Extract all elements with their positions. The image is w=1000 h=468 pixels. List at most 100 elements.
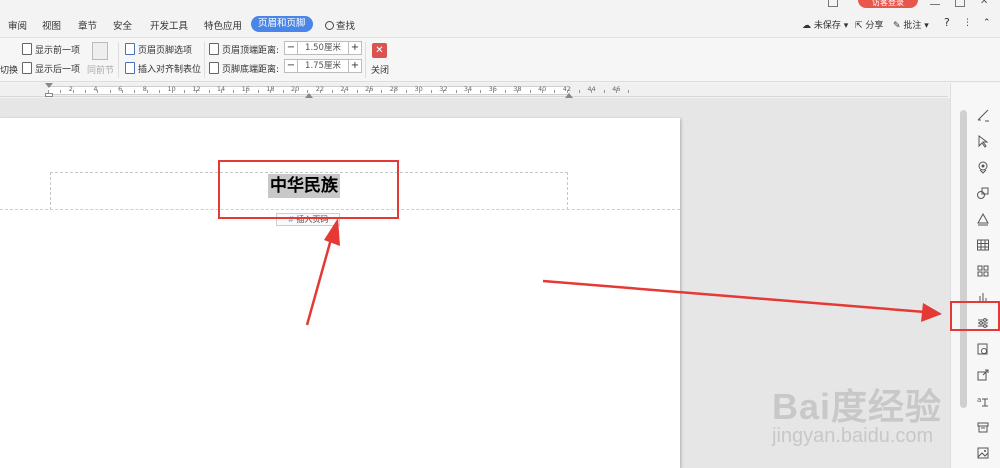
header-footer-options-button[interactable]: 页眉页脚选项 (125, 43, 192, 56)
show-next-button[interactable]: 显示后一项 (22, 62, 80, 75)
footer-distance-icon (209, 62, 219, 74)
ruler-tick (467, 90, 469, 93)
tab-chapter[interactable]: 章节 (78, 18, 97, 32)
ruler-tick (381, 90, 383, 93)
ruler-tick (529, 90, 531, 93)
ruler-tick (616, 90, 618, 93)
ruler-tick (134, 90, 136, 93)
top-strip: 访客登录 ✕ (0, 0, 1000, 10)
ruler-tick (542, 90, 543, 93)
tab-security[interactable]: 安全 (113, 18, 132, 32)
ruler-tick (109, 90, 111, 93)
same-as-previous-button[interactable]: 同前节 (87, 63, 114, 76)
ruler-tick (504, 90, 506, 93)
share-button[interactable]: ⇱ 分享 (855, 18, 883, 31)
ribbon-divider (365, 42, 366, 78)
ruler-tick (369, 90, 371, 93)
search-label: 查找 (336, 21, 356, 32)
ruler-tick (455, 90, 457, 93)
ruler-tick (554, 90, 556, 93)
search-icon (325, 21, 334, 30)
first-line-indent-handle[interactable] (45, 83, 53, 88)
location-icon[interactable] (976, 160, 990, 174)
ruler-tick (159, 90, 161, 93)
fill-icon[interactable] (976, 212, 990, 226)
switch-button[interactable]: 切换 (0, 63, 18, 76)
annotation-highlight-header (218, 160, 399, 219)
tab-view[interactable]: 视图 (42, 18, 61, 32)
header-top-distance-stepper: − 1.50厘米 + (284, 41, 362, 55)
annotation-highlight-sidebar-icon (950, 301, 1000, 331)
tab-special-apps[interactable]: 特色应用 (204, 18, 242, 32)
account-icon[interactable] (828, 0, 838, 7)
ruler-tick (344, 90, 346, 93)
show-previous-button[interactable]: 显示前一项 (22, 43, 80, 56)
align-tab-icon (125, 62, 135, 74)
ruler-tick (171, 90, 173, 93)
tab-developer-tools[interactable]: 开发工具 (150, 18, 188, 32)
ruler-tick (257, 90, 259, 93)
ribbon-divider (118, 42, 119, 78)
restore-icon[interactable] (955, 0, 965, 7)
insert-align-tab-button[interactable]: 插入对齐制表位 (125, 62, 201, 75)
close-window-icon[interactable]: ✕ (980, 0, 988, 7)
ruler-tick (270, 90, 272, 93)
ruler-tick (183, 90, 185, 93)
collapse-ribbon-icon[interactable]: ⌃ (983, 18, 991, 28)
comment-button[interactable]: ✎ 批注 ▾ (893, 18, 929, 31)
tab-search[interactable]: 查找 (325, 18, 355, 32)
cursor-icon[interactable] (976, 134, 990, 148)
watermark-logo: Bai度经验 (772, 386, 943, 427)
ruler-tick (233, 90, 235, 93)
visitor-login-button[interactable]: 访客登录 (858, 0, 918, 8)
pen-icon[interactable] (976, 108, 990, 122)
tab-header-footer[interactable]: 页眉和页脚 (251, 16, 313, 32)
header-top-distance-label: 页眉顶端距离: (209, 43, 279, 56)
ruler-tick (356, 90, 358, 93)
same-as-previous-icon (92, 42, 108, 60)
tab-review[interactable]: 审阅 (8, 18, 27, 32)
ruler-tick (122, 90, 124, 93)
ruler-tick (60, 90, 62, 93)
unsaved-status[interactable]: ☁ 未保存 ▾ (802, 18, 848, 31)
ruler-tick (443, 90, 445, 93)
ribbon-header-footer: 切换 显示前一项 显示后一项 同前节 页眉页脚选项 插入对齐制表位 页眉顶端距离… (0, 38, 1000, 82)
grid-icon[interactable] (976, 264, 990, 278)
ruler-tick (332, 90, 334, 93)
shapes-icon[interactable] (976, 186, 990, 200)
ruler-tick (85, 90, 87, 93)
header-distance-icon (209, 43, 219, 55)
ruler-tick (480, 90, 482, 93)
vertical-scrollbar[interactable] (960, 110, 967, 408)
document-icon (22, 62, 32, 74)
horizontal-ruler[interactable]: 2 4 6 8 10 12 14 16 18 20 22 24 26 28 30 32 34 36 38 40 42 44… (0, 83, 948, 98)
more-menu-icon[interactable]: ⋮ (963, 18, 972, 28)
close-header-footer-icon[interactable]: ✕ (372, 43, 387, 58)
increase-button[interactable]: + (348, 59, 362, 73)
baidu-jingyan-watermark: Bai度经验 jingyan.baidu.com (772, 370, 1000, 468)
footer-bottom-distance-stepper: − 1.75厘米 + (284, 59, 362, 73)
footer-bottom-distance-input[interactable]: 1.75厘米 (298, 59, 348, 73)
menu-bar: 审阅 视图 章节 安全 开发工具 特色应用 页眉和页脚 查找 ☁ 未保存 ▾ ⇱… (0, 10, 1000, 38)
header-top-distance-input[interactable]: 1.50厘米 (298, 41, 348, 55)
image-find-icon[interactable] (976, 342, 990, 356)
document-icon (22, 43, 32, 55)
decrease-button[interactable]: − (284, 59, 298, 73)
left-indent-handle[interactable] (45, 93, 53, 97)
footer-bottom-distance-label: 页脚底端距离: (209, 62, 279, 75)
help-button[interactable]: ? (944, 16, 950, 29)
ruler-tick (628, 90, 630, 93)
ruler-tick (406, 90, 408, 93)
close-header-footer-button[interactable]: 关闭 (371, 63, 389, 76)
ruler-tick (295, 90, 296, 93)
ruler-tick (146, 90, 148, 93)
ruler-tick (196, 90, 198, 93)
ruler-tick (282, 90, 284, 93)
decrease-button[interactable]: − (284, 41, 298, 55)
ruler-tick (492, 90, 494, 93)
increase-button[interactable]: + (348, 41, 362, 55)
table-icon[interactable] (976, 238, 990, 252)
ruler-tick (72, 90, 74, 93)
ruler-tick (591, 90, 593, 93)
minimize-icon[interactable] (930, 0, 940, 5)
